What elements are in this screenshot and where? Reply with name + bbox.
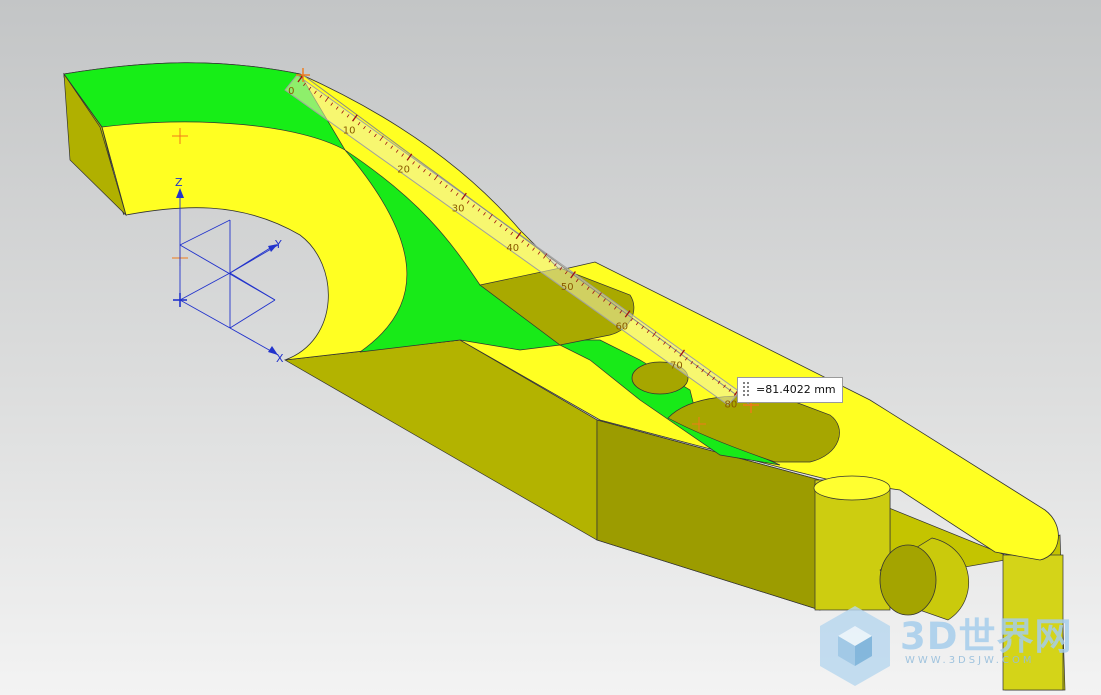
boss-cylinder-top <box>813 475 891 501</box>
model-canvas[interactable]: 0 10 20 30 40 50 60 70 80 Z Y X <box>0 0 1101 695</box>
ruler-tick-label: 10 <box>343 125 356 136</box>
wcs-y-label: Y <box>274 238 282 251</box>
ruler-tick-label: 20 <box>397 164 410 175</box>
graphics-viewport[interactable]: 0 10 20 30 40 50 60 70 80 Z Y X =81.4022… <box>0 0 1101 695</box>
wcs-z-label: Z <box>175 176 183 189</box>
ruler-tick-label: 60 <box>615 321 628 332</box>
drag-handle-icon[interactable] <box>742 381 750 398</box>
ruler-tick-label: 40 <box>506 243 519 254</box>
measurement-value: =81.4022 mm <box>756 383 836 396</box>
measurement-value-tag[interactable]: =81.4022 mm <box>737 377 843 403</box>
watermark-brand: 3D世界网 <box>900 615 1073 658</box>
pin-cylinder-end <box>879 544 937 616</box>
watermark-url: WWW.3DSJW.COM <box>905 655 1035 666</box>
wcs-origin <box>173 293 187 307</box>
wcs-x-label: X <box>276 352 284 365</box>
ruler-tick-label: 30 <box>452 204 465 215</box>
ruler-tick-label: 50 <box>561 282 574 293</box>
ruler-tick-label: 0 <box>288 86 294 97</box>
ruler-tick-label: 70 <box>670 360 683 371</box>
ruler-tick-label: 80 <box>725 400 738 411</box>
watermark-logo <box>820 606 890 686</box>
